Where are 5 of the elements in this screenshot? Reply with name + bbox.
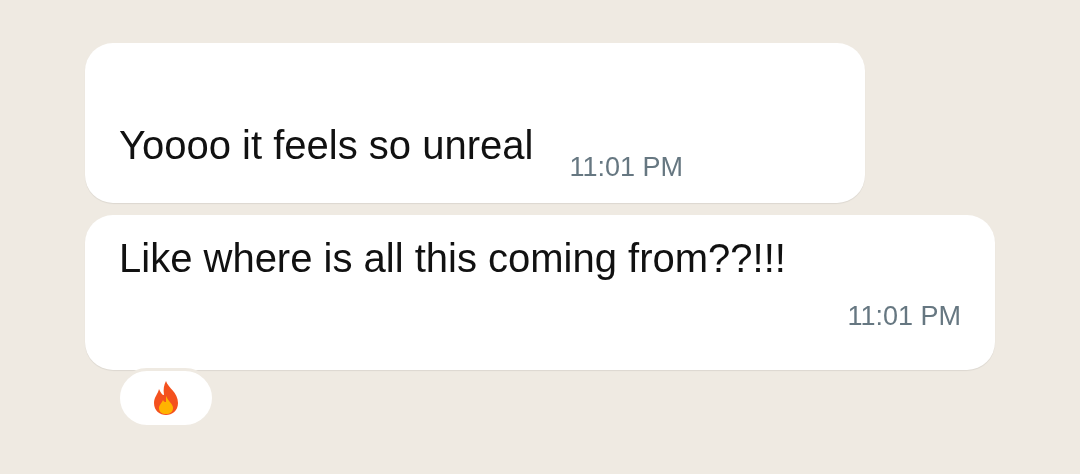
message-text: Like where is all this coming from??!!!	[119, 235, 787, 282]
message-time: 11:01 PM	[569, 154, 683, 181]
message-time: 11:01 PM	[847, 303, 961, 330]
message-text: Yoooo it feels so unreal	[119, 125, 534, 165]
fire-icon	[151, 380, 181, 416]
